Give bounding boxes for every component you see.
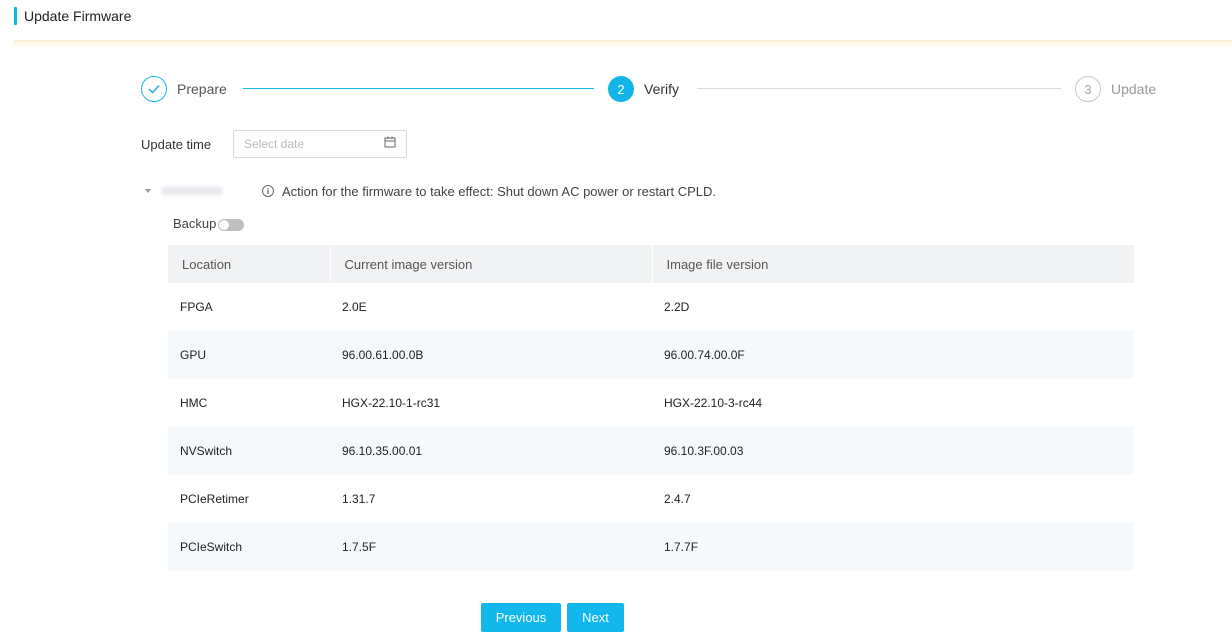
cell-location: GPU <box>168 331 330 379</box>
table-row: GPU 96.00.61.00.0B 96.00.74.00.0F <box>168 331 1134 379</box>
info-icon: i <box>262 185 274 197</box>
page-header: Update Firmware <box>14 7 131 25</box>
step-label: Prepare <box>177 81 227 97</box>
cell-current-version: 2.0E <box>342 300 367 314</box>
cell-current-version: 1.31.7 <box>342 492 376 506</box>
step-verify: 2 Verify <box>608 75 679 103</box>
cell-file-version: 2.4.7 <box>664 492 691 506</box>
column-header-current-version: Current image version <box>329 245 652 283</box>
device-row: i Action for the firmware to take effect… <box>145 183 716 199</box>
table-row: NVSwitch 96.10.35.00.01 96.10.3F.00.03 <box>168 427 1134 475</box>
date-picker[interactable] <box>233 130 407 158</box>
step-connector-done <box>243 88 594 89</box>
cell-file-version: HGX-22.10-3-rc44 <box>664 396 763 410</box>
firmware-table: Location Current image version Image fil… <box>168 245 1134 571</box>
cell-file-version: 96.10.3F.00.03 <box>652 427 1134 475</box>
steps-progress: Prepare 2 Verify 3 Update <box>141 75 1161 103</box>
cell-location: NVSwitch <box>168 427 330 475</box>
action-message: Action for the firmware to take effect: … <box>282 183 717 199</box>
table-row: PCIeSwitch 1.7.5F 1.7.7F <box>168 523 1134 571</box>
next-button[interactable]: Next <box>567 603 624 632</box>
update-time-row: Update time <box>141 129 407 159</box>
cell-location: HMC <box>180 396 208 410</box>
step-update: 3 Update <box>1075 75 1156 103</box>
cell-current-version: 96.10.35.00.01 <box>330 427 652 475</box>
backup-row: Backup <box>173 215 245 231</box>
step-label: Verify <box>644 81 680 97</box>
calendar-icon[interactable] <box>384 135 396 153</box>
table-row: FPGA 2.0E 2.2D <box>168 283 1134 331</box>
table-row: HMC HGX-22.10-1-rc31 HGX-22.10-3-rc44 <box>168 379 1134 427</box>
cell-location: PCIeRetimer <box>180 492 249 506</box>
step-number: 3 <box>1075 76 1101 102</box>
cell-current-version: 1.7.5F <box>330 523 652 571</box>
cell-current-version: HGX-22.10-1-rc31 <box>342 396 441 410</box>
notice-strip <box>14 40 1232 47</box>
action-buttons: Previous Next <box>481 603 624 632</box>
table-row: PCIeRetimer 1.31.7 2.4.7 <box>168 475 1134 523</box>
device-name-redacted <box>161 187 223 195</box>
backup-label: Backup <box>173 215 217 231</box>
backup-toggle[interactable] <box>218 218 245 231</box>
cell-file-version: 1.7.7F <box>652 523 1134 571</box>
step-label: Update <box>1111 81 1157 97</box>
title-accent-bar <box>14 7 17 25</box>
caret-down-icon[interactable] <box>145 189 151 193</box>
previous-button[interactable]: Previous <box>481 603 561 632</box>
step-prepare: Prepare <box>141 75 227 103</box>
update-time-label: Update time <box>141 136 212 152</box>
cell-location: PCIeSwitch <box>168 523 330 571</box>
cell-location: FPGA <box>180 300 213 314</box>
table-header-row: Location Current image version Image fil… <box>168 245 1134 283</box>
check-icon <box>141 76 167 102</box>
toggle-knob <box>219 219 230 230</box>
cell-current-version: 96.00.61.00.0B <box>330 331 652 379</box>
column-header-file-version: Image file version <box>651 245 1134 283</box>
cell-file-version: 2.2D <box>664 300 690 314</box>
page-title: Update Firmware <box>24 8 132 24</box>
date-input[interactable] <box>244 137 364 151</box>
step-connector-pending <box>697 88 1061 89</box>
step-number: 2 <box>608 76 634 102</box>
column-header-location: Location <box>168 245 330 283</box>
cell-file-version: 96.00.74.00.0F <box>652 331 1134 379</box>
